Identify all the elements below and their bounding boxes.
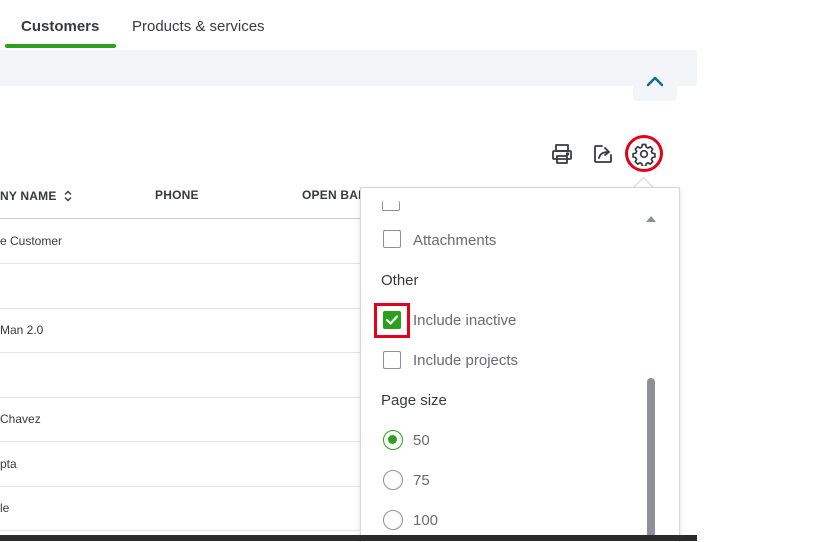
export-icon[interactable]	[591, 142, 615, 166]
other-heading: Other	[381, 272, 419, 289]
table-row[interactable]: Chavez	[0, 397, 360, 442]
customer-name-cell[interactable]: pta	[0, 457, 17, 471]
page-size-75-radio[interactable]	[383, 470, 403, 490]
page-size-100-label[interactable]: 100	[413, 512, 438, 529]
filter-band	[0, 50, 697, 86]
sort-icon	[64, 190, 72, 202]
customer-name-cell[interactable]: Chavez	[0, 412, 41, 426]
chevron-up-icon	[646, 76, 664, 87]
table-row[interactable]: e Customer	[0, 219, 360, 264]
table-row[interactable]	[0, 353, 360, 398]
page-size-100-radio[interactable]	[383, 510, 403, 530]
include-inactive-label[interactable]: Include inactive	[413, 312, 516, 329]
tab-products-services[interactable]: Products & services	[132, 18, 265, 35]
tab-bar: Customers Products & services	[0, 0, 697, 51]
page-size-50-label[interactable]: 50	[413, 432, 430, 449]
tab-customers[interactable]: Customers	[21, 18, 99, 35]
include-projects-label[interactable]: Include projects	[413, 352, 518, 369]
page-margin	[697, 0, 819, 541]
page-size-heading: Page size	[381, 392, 447, 409]
page-size-50-radio[interactable]	[383, 430, 403, 450]
include-projects-checkbox[interactable]	[383, 351, 401, 369]
include-inactive-highlight-box	[374, 303, 410, 338]
customer-name-cell[interactable]: le	[0, 501, 9, 515]
scroll-up-arrow-icon[interactable]	[646, 216, 656, 222]
table-row[interactable]: Man 2.0	[0, 308, 360, 353]
table-row[interactable]: pta	[0, 442, 360, 487]
settings-panel: Attachments Other Include inactive Inclu…	[360, 187, 680, 542]
column-header-label: NY NAME	[0, 189, 57, 203]
collapse-button[interactable]	[633, 67, 677, 101]
scrollbar-thumb[interactable]	[647, 378, 655, 541]
column-header-company-name[interactable]: NY NAME	[0, 188, 73, 203]
table-row[interactable]	[0, 264, 360, 309]
attachments-checkbox[interactable]	[383, 230, 401, 248]
print-icon[interactable]	[550, 142, 574, 166]
column-header-phone[interactable]: PHONE	[155, 188, 199, 202]
customer-name-cell[interactable]: Man 2.0	[0, 323, 43, 337]
table-row[interactable]: le	[0, 486, 360, 531]
gear-highlight-circle	[625, 135, 663, 172]
customer-name-cell[interactable]: e Customer	[0, 234, 62, 248]
active-tab-indicator	[5, 44, 116, 48]
page-size-75-label[interactable]: 75	[413, 472, 430, 489]
bottom-edge	[0, 535, 697, 541]
column-header-open-balance[interactable]: OPEN BAL	[302, 188, 366, 202]
partial-checkbox[interactable]	[382, 201, 400, 211]
attachments-label[interactable]: Attachments	[413, 232, 496, 249]
